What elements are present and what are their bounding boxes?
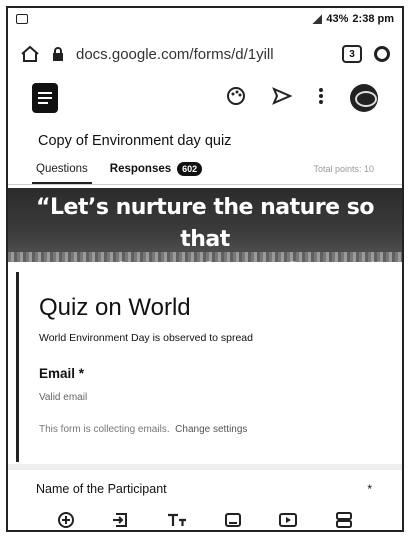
home-icon[interactable] (20, 45, 40, 63)
responses-count-badge: 602 (177, 162, 203, 176)
quiz-title[interactable]: Quiz on World (39, 294, 191, 322)
banner-line-1: “Let’s nurture the nature so that (36, 195, 374, 252)
collecting-emails-note: This form is collecting emails. Change s… (39, 424, 247, 435)
tab-switcher-button[interactable]: 3 (342, 45, 362, 63)
tab-responses[interactable]: Responses 602 (109, 158, 203, 180)
import-icon[interactable] (110, 509, 132, 530)
section-icon[interactable] (333, 509, 355, 530)
phone-screen: 43% 2:38 pm docs.google.com/forms/d/1yil… (6, 6, 404, 532)
form-title-card[interactable]: Quiz on World World Environment Day is o… (16, 272, 398, 462)
more-vert-icon[interactable] (318, 87, 324, 110)
clock: 2:38 pm (352, 13, 394, 25)
tabs-divider (8, 184, 402, 185)
title-icon[interactable] (166, 509, 188, 530)
forms-logo[interactable] (32, 83, 58, 113)
status-bar: 43% 2:38 pm (8, 8, 402, 30)
total-points: Total points: 10 (313, 164, 374, 174)
video-icon[interactable] (277, 509, 299, 530)
palette-icon[interactable] (226, 86, 246, 111)
add-circle-icon[interactable] (55, 509, 77, 530)
collecting-text: This form is collecting emails. (39, 424, 170, 435)
signal-icon (312, 14, 323, 24)
email-hint: Valid email (39, 392, 88, 403)
status-indicators: 43% 2:38 pm (312, 13, 394, 25)
image-icon[interactable] (222, 509, 244, 530)
notification-icon (16, 14, 28, 24)
bottom-toolbar (8, 506, 402, 530)
browser-url-bar: docs.google.com/forms/d/1yill 3 (8, 36, 402, 72)
quiz-description[interactable]: World Environment Day is observed to spr… (39, 332, 253, 344)
section-divider (8, 464, 402, 470)
change-settings-link[interactable]: Change settings (175, 424, 247, 435)
browser-menu-icon[interactable] (374, 46, 390, 62)
document-title: Copy of Environment day quiz (38, 133, 232, 149)
battery-level: 43% (326, 13, 349, 25)
send-icon[interactable] (272, 86, 293, 110)
required-marker: * (367, 482, 372, 496)
tab-questions[interactable]: Questions (32, 159, 92, 184)
forms-header (8, 78, 402, 118)
header-banner-image: “Let’s nurture the nature so that we can… (8, 188, 402, 284)
avatar[interactable] (350, 84, 378, 112)
question-title[interactable]: Name of the Participant (36, 482, 167, 496)
tab-responses-label: Responses (109, 163, 172, 175)
url-field[interactable]: docs.google.com/forms/d/1yill (76, 46, 330, 63)
email-label: Email * (39, 366, 85, 381)
lock-icon (52, 47, 64, 61)
form-tabs: Questions Responses 602 Total points: 10 (8, 156, 402, 184)
